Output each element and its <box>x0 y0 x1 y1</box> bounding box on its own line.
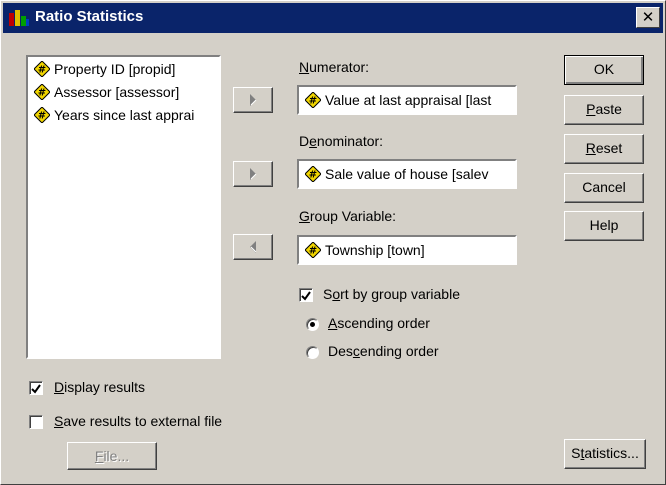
group-variable-field[interactable]: # Township [town] <box>297 235 517 265</box>
svg-text:#: # <box>38 111 46 122</box>
sort-by-group-checkbox[interactable] <box>299 288 313 302</box>
ascending-order-radio[interactable] <box>306 318 319 331</box>
checkmark-icon <box>301 291 311 301</box>
close-button[interactable]: ✕ <box>636 7 660 28</box>
numerator-label: Numerator: <box>299 59 370 75</box>
save-results-label[interactable]: Save results to external file <box>54 413 222 429</box>
move-to-numerator-button[interactable] <box>233 87 273 113</box>
svg-text:#: # <box>38 65 46 76</box>
close-icon: ✕ <box>641 9 655 26</box>
source-variables-list[interactable]: # Property ID [propid] # Assessor [asses… <box>26 55 221 359</box>
display-results-checkbox[interactable] <box>29 381 43 395</box>
radio-selected-dot <box>310 322 315 327</box>
group-variable-label: Group Variable: <box>299 208 397 224</box>
paste-button[interactable]: Paste <box>564 95 644 125</box>
ok-button[interactable]: OK <box>564 55 644 85</box>
cancel-button[interactable]: Cancel <box>564 173 644 203</box>
list-item[interactable]: # Assessor [assessor] <box>34 84 179 104</box>
numeric-variable-icon: # <box>34 61 50 77</box>
remove-group-variable-button[interactable] <box>233 234 273 260</box>
list-item[interactable]: # Years since last apprai <box>34 107 194 127</box>
reset-button[interactable]: Reset <box>564 134 644 164</box>
numeric-variable-icon: # <box>34 107 50 123</box>
ascending-order-label[interactable]: Ascending order <box>328 315 430 331</box>
sort-by-group-label[interactable]: Sort by group variable <box>323 286 460 302</box>
title-bar[interactable]: Ratio Statistics ✕ <box>3 3 663 33</box>
numerator-value: Value at last appraisal [last <box>325 92 492 108</box>
numeric-variable-icon: # <box>34 84 50 100</box>
denominator-field[interactable]: # Sale value of house [salev <box>297 159 517 189</box>
svg-text:#: # <box>309 246 317 257</box>
svg-text:#: # <box>38 88 46 99</box>
numeric-variable-icon: # <box>305 92 321 108</box>
numeric-variable-icon: # <box>305 166 321 182</box>
arrow-right-icon <box>250 168 257 180</box>
ratio-statistics-dialog: Ratio Statistics ✕ # Property ID [propid… <box>0 0 666 485</box>
help-button[interactable]: Help <box>564 211 644 241</box>
denominator-value: Sale value of house [salev <box>325 166 489 182</box>
statistics-button[interactable]: Statistics... <box>564 439 646 469</box>
group-variable-value: Township [town] <box>325 242 425 258</box>
list-item-label: Property ID [propid] <box>54 61 176 77</box>
svg-text:#: # <box>309 170 317 181</box>
list-item-label: Assessor [assessor] <box>54 84 180 100</box>
list-item-label: Years since last apprai <box>54 107 195 123</box>
save-results-checkbox[interactable] <box>29 415 43 429</box>
denominator-label: Denominator: <box>299 133 384 149</box>
checkmark-icon <box>31 384 41 394</box>
list-item[interactable]: # Property ID [propid] <box>34 61 175 81</box>
descending-order-label[interactable]: Descending order <box>328 343 439 359</box>
descending-order-radio[interactable] <box>306 346 319 359</box>
window-title: Ratio Statistics <box>35 8 144 25</box>
numerator-field[interactable]: # Value at last appraisal [last <box>297 85 517 115</box>
svg-text:#: # <box>309 96 317 107</box>
spss-app-icon <box>9 10 29 26</box>
move-to-denominator-button[interactable] <box>233 161 273 187</box>
numeric-variable-icon: # <box>305 242 321 258</box>
file-button[interactable]: File... <box>67 442 157 470</box>
arrow-left-icon <box>250 241 257 253</box>
arrow-right-icon <box>250 94 257 106</box>
display-results-label[interactable]: Display results <box>54 379 145 395</box>
